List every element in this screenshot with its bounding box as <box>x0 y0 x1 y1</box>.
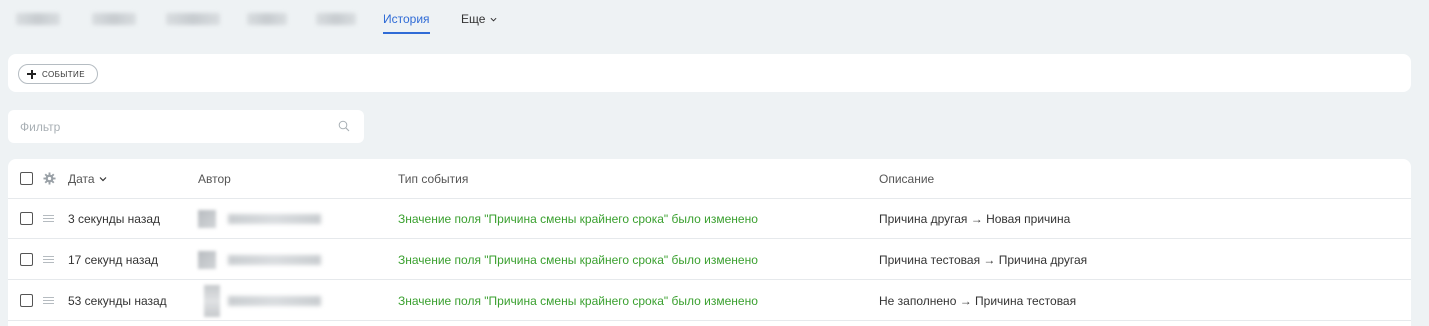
chevron-down-icon <box>99 177 107 182</box>
top-tabs: История Еще <box>0 0 1429 40</box>
column-author-header: Автор <box>198 172 231 186</box>
add-event-label: СОБЫТИЕ <box>42 69 85 79</box>
tab-history[interactable]: История <box>383 12 430 34</box>
table-row[interactable]: 17 секунд назад Значение поля "Причина с… <box>8 240 1411 280</box>
tab-blurred-4[interactable] <box>247 13 287 25</box>
table-row[interactable]: 53 секунды назад Значение поля "Причина … <box>8 281 1411 321</box>
tab-more[interactable]: Еще <box>461 12 497 26</box>
row-description: Причина тестовая → Причина другая <box>879 253 1088 267</box>
tab-more-label: Еще <box>461 12 486 26</box>
tab-blurred-3[interactable] <box>166 13 220 25</box>
row-checkbox[interactable] <box>20 294 33 307</box>
add-event-button[interactable]: СОБЫТИЕ <box>18 64 98 84</box>
plus-icon <box>27 69 36 79</box>
tab-blurred-2[interactable] <box>92 13 136 25</box>
drag-handle-icon[interactable] <box>43 213 54 224</box>
row-date: 17 секунд назад <box>68 253 159 267</box>
row-event-type: Значение поля "Причина смены крайнего ср… <box>398 212 758 226</box>
author-name-redacted <box>228 255 321 265</box>
select-all-checkbox[interactable] <box>20 172 33 185</box>
table-header: Дата Автор Тип события Описание <box>8 159 1411 199</box>
avatar <box>204 285 220 317</box>
chevron-down-icon <box>490 17 497 22</box>
tab-blurred-1[interactable] <box>16 13 60 25</box>
search-icon[interactable] <box>338 120 350 132</box>
row-event-type: Значение поля "Причина смены крайнего ср… <box>398 253 758 267</box>
row-date: 3 секунды назад <box>68 212 160 226</box>
gear-icon[interactable] <box>43 172 56 185</box>
row-description: Не заполнено → Причина тестовая <box>879 294 1077 308</box>
row-event-type: Значение поля "Причина смены крайнего ср… <box>398 294 758 308</box>
avatar <box>198 210 216 228</box>
row-date: 53 секунды назад <box>68 294 167 308</box>
filter-box <box>8 110 364 143</box>
drag-handle-icon[interactable] <box>43 295 54 306</box>
column-description-header: Описание <box>879 172 935 186</box>
column-event-type-header: Тип события <box>398 172 469 186</box>
table-row[interactable]: 3 секунды назад Значение поля "Причина с… <box>8 199 1411 239</box>
toolbar-card: СОБЫТИЕ <box>8 54 1411 92</box>
drag-handle-icon[interactable] <box>43 254 54 265</box>
author-name-redacted <box>228 296 321 306</box>
row-checkbox[interactable] <box>20 253 33 266</box>
avatar <box>198 251 216 269</box>
tab-blurred-5[interactable] <box>316 13 356 25</box>
column-date-header[interactable]: Дата <box>68 159 107 199</box>
row-description: Причина другая → Новая причина <box>879 212 1071 226</box>
filter-input[interactable] <box>20 119 320 134</box>
author-name-redacted <box>228 214 321 224</box>
row-checkbox[interactable] <box>20 212 33 225</box>
history-table: Дата Автор Тип события Описание 3 секунд… <box>8 159 1411 326</box>
column-date-label: Дата <box>68 172 95 186</box>
